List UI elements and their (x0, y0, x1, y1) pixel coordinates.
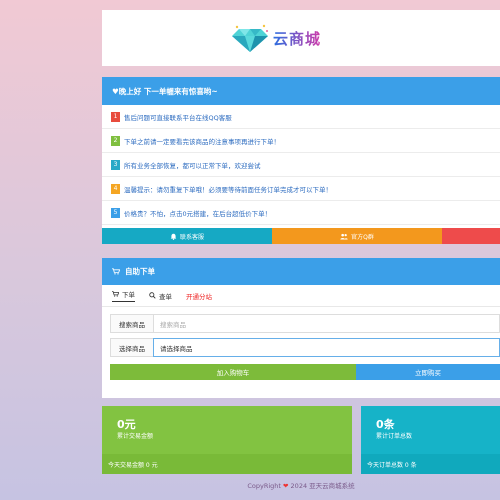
tab-buy[interactable]: 下单 (112, 289, 135, 302)
cart-icon (112, 268, 120, 275)
tab-buy-label: 下单 (122, 291, 135, 299)
tab-open-branch[interactable]: 开通分站 (186, 291, 212, 301)
contact-service-button[interactable]: 联系客服 (102, 228, 272, 244)
stat-orders-card: 0条 累计订单总数 今天订单总数 0 条 (361, 406, 500, 474)
diamond-icon (231, 24, 268, 52)
search-label: 搜索商品 (110, 314, 153, 333)
search-icon (149, 292, 156, 299)
notice-list: 1 售后问题可直接联系平台在线QQ客服 2 下单之前请一定要看完该商品的注意事项… (102, 105, 500, 225)
add-to-cart-button[interactable]: 加入购物车 (110, 364, 356, 380)
stat-orders-desc: 累计订单总数 (376, 433, 413, 440)
stat-orders-today: 今天订单总数 0 条 (361, 454, 500, 474)
order-header: 自助下单 (102, 258, 500, 285)
search-field: 搜索商品 搜索商品 (110, 314, 500, 333)
tab-query[interactable]: 查单 (149, 291, 172, 301)
number-badge: 4 (111, 183, 120, 194)
list-item[interactable]: 3 所有业务全部恢复，都可以正常下单，欢迎尝试 (102, 153, 500, 177)
notice-text: 下单之前请一定要看完该商品的注意事项再进行下单！ (124, 137, 280, 146)
order-title: 自助下单 (125, 267, 155, 276)
order-actions: 加入购物车 立即购买 (110, 364, 500, 380)
order-tabs: 下单 查单 开通分站 (102, 285, 500, 307)
site-name: 云商城 (272, 29, 321, 48)
notice-text: 所有业务全部恢复，都可以正常下单，欢迎尝试 (124, 161, 261, 170)
number-badge: 3 (111, 159, 120, 170)
stat-amount-card: 0元 累计交易金额 今天交易金额 0 元 (102, 406, 352, 474)
notice-card: ♥晚上好 下一单幄来有惊喜哟~ 1 售后问题可直接联系平台在线QQ客服 2 下单… (102, 77, 500, 244)
buy-now-button[interactable]: 立即购买 (356, 364, 500, 380)
users-icon (340, 233, 348, 239)
number-badge: 5 (111, 207, 120, 218)
stat-orders-value: 0条 (376, 418, 395, 431)
order-card: 自助下单 下单 查单 开通分站 搜索商品 搜索商品 选择商品 请选择商品 加入购… (102, 258, 500, 398)
list-item[interactable]: 5 价格贵？不怕，点击0元搭建，在后台超低价下单！ (102, 201, 500, 225)
tab-query-label: 查单 (159, 292, 172, 301)
copyright-label: CopyRight (247, 482, 281, 490)
copyright-text: 2024 亚天云商城系统 (290, 482, 355, 490)
bell-icon (170, 233, 177, 240)
product-select-label: 选择商品 (110, 338, 153, 357)
stat-amount-today: 今天交易金额 0 元 (102, 454, 352, 474)
stat-amount-desc: 累计交易金额 (117, 433, 154, 440)
number-badge: 1 (111, 111, 120, 122)
list-item[interactable]: 2 下单之前请一定要看完该商品的注意事项再进行下单！ (102, 129, 500, 153)
official-group-label: 官方Q群 (351, 233, 374, 241)
notice-buttons: 联系客服 官方Q群 (102, 228, 500, 244)
contact-service-label: 联系客服 (179, 233, 204, 241)
logo-card: 云商城 (102, 10, 500, 66)
footer: CopyRight ❤ 2024 亚天云商城系统 (102, 480, 500, 490)
notice-text: 温馨提示：请勿重复下单哦！必须要等待前面任务订单完成才可以下单！ (124, 185, 332, 194)
cart-icon (112, 291, 119, 297)
list-item[interactable]: 1 售后问题可直接联系平台在线QQ客服 (102, 105, 500, 129)
logo[interactable]: 云商城 (231, 23, 321, 53)
stat-amount-value: 0元 (117, 418, 136, 431)
extra-button[interactable] (442, 228, 500, 244)
official-group-button[interactable]: 官方Q群 (272, 228, 442, 244)
number-badge: 2 (111, 135, 120, 146)
product-select[interactable]: 请选择商品 (153, 338, 500, 357)
search-input[interactable]: 搜索商品 (153, 314, 500, 333)
heart-icon: ❤ (283, 482, 289, 490)
product-select-field: 选择商品 请选择商品 (110, 338, 500, 357)
list-item[interactable]: 4 温馨提示：请勿重复下单哦！必须要等待前面任务订单完成才可以下单！ (102, 177, 500, 201)
notice-text: 售后问题可直接联系平台在线QQ客服 (124, 113, 232, 122)
notice-text: 价格贵？不怕，点击0元搭建，在后台超低价下单！ (124, 209, 272, 218)
notice-title: ♥晚上好 下一单幄来有惊喜哟~ (102, 77, 500, 105)
